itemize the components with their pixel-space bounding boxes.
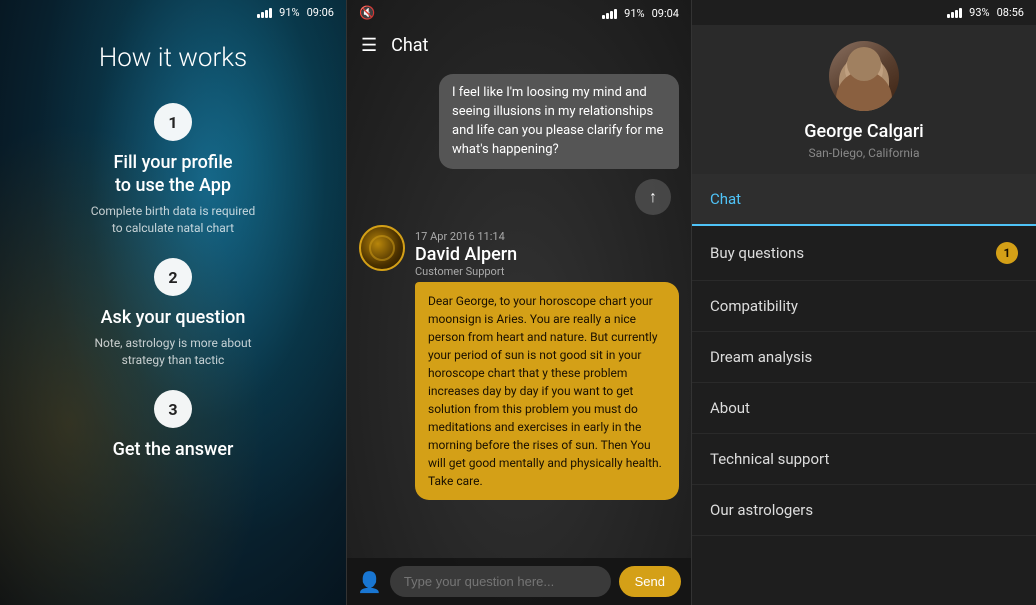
step-1-heading: Fill your profileto use the App (113, 151, 232, 198)
step-3-block: 3 Get the answer (113, 390, 234, 466)
user-message: I feel like I'm loosing my mind and seei… (439, 74, 679, 169)
step-3-heading: Get the answer (113, 438, 234, 461)
battery-percent: 91% (279, 6, 299, 19)
nav-support-label: Technical support (710, 450, 829, 468)
agent-content: 17 Apr 2016 11:14 David Alpern Customer … (415, 225, 679, 500)
nav-chat-label: Chat (710, 190, 741, 208)
nav-item-our-astrologers[interactable]: Our astrologers (692, 485, 1036, 536)
step-3-circle: 3 (154, 390, 192, 428)
step-2-block: 2 Ask your question Note, astrology is m… (94, 258, 251, 368)
chat-input-row: 👤 Send (347, 558, 691, 605)
panel1-status-bar: 91% 09:06 (0, 0, 346, 25)
nav-item-chat[interactable]: Chat (692, 174, 1036, 226)
panel2-title: Chat (391, 35, 428, 56)
chat-input[interactable] (390, 566, 611, 597)
profile-header: George Calgari San-Diego, California (692, 25, 1036, 174)
how-it-works-title: How it works (99, 43, 247, 73)
panel3-status-icons: 93% 08:56 (947, 6, 1024, 19)
signal-bar-1 (947, 14, 950, 18)
input-user-icon: 👤 (357, 570, 382, 594)
nav-dream-label: Dream analysis (710, 348, 812, 366)
agent-date: 17 Apr 2016 11:14 (415, 230, 505, 243)
signal-bar-2 (261, 12, 264, 18)
nav-about-label: About (710, 399, 750, 417)
chat-messages: I feel like I'm loosing my mind and seei… (347, 64, 691, 558)
panel-how-it-works: 91% 09:06 How it works 1 Fill your profi… (0, 0, 346, 605)
agent-message-wrapper: 17 Apr 2016 11:14 David Alpern Customer … (359, 225, 679, 500)
signal-bar-4 (959, 8, 962, 18)
step-2-circle: 2 (154, 258, 192, 296)
signal-bar-1 (602, 15, 605, 19)
signal-bar-2 (606, 13, 609, 19)
signal-bar-3 (265, 10, 268, 18)
panel3-time: 08:56 (997, 6, 1024, 19)
panel2-status-bar: 🔇 91% 09:04 (347, 0, 691, 27)
step-2-sub: Note, astrology is more aboutstrategy th… (94, 335, 251, 369)
signal-bar-3 (955, 10, 958, 18)
agent-message: Dear George, to your horoscope chart you… (415, 282, 679, 500)
agent-name: David Alpern (415, 244, 679, 265)
buy-questions-badge: 1 (996, 242, 1018, 264)
profile-location: San-Diego, California (809, 146, 920, 160)
step-2-heading: Ask your question (101, 306, 246, 329)
nav-item-compatibility[interactable]: Compatibility (692, 281, 1036, 332)
panel3-battery: 93% (969, 6, 989, 19)
panel3-status-bar: 93% 08:56 (692, 0, 1036, 25)
scroll-indicator: ↑ (359, 179, 671, 215)
status-time: 09:06 (307, 6, 334, 19)
signal-bar-4 (614, 9, 617, 19)
panel-profile-menu: 93% 08:56 George Calgari San-Diego, Cali… (692, 0, 1036, 605)
step-1-circle: 1 (154, 103, 192, 141)
signal-bar-3 (610, 11, 613, 19)
nav-compatibility-label: Compatibility (710, 297, 798, 315)
mute-icon: 🔇 (359, 6, 375, 21)
signal-bar-4 (269, 8, 272, 18)
agent-role: Customer Support (415, 265, 679, 278)
hamburger-icon[interactable]: ☰ (361, 35, 377, 56)
panel2-header: ☰ Chat (347, 27, 691, 64)
nav-item-dream-analysis[interactable]: Dream analysis (692, 332, 1036, 383)
panel-chat: 🔇 91% 09:04 ☰ Chat I feel like I'm loosi… (346, 0, 692, 605)
step-1-sub: Complete birth data is requiredto calcul… (91, 203, 256, 237)
avatar-head (847, 47, 881, 81)
nav-item-technical-support[interactable]: Technical support (692, 434, 1036, 485)
signal-bar-1 (257, 14, 260, 18)
panel2-battery: 91% (624, 7, 644, 20)
step-1-block: 1 Fill your profileto use the App Comple… (91, 103, 256, 236)
nav-astrologers-label: Our astrologers (710, 501, 813, 519)
agent-avatar (359, 225, 405, 271)
scroll-up-icon[interactable]: ↑ (635, 179, 671, 215)
send-button[interactable]: Send (619, 566, 681, 597)
navigation-menu: Chat Buy questions 1 Compatibility Dream… (692, 174, 1036, 605)
profile-avatar (829, 41, 899, 111)
user-message-wrapper: I feel like I'm loosing my mind and seei… (359, 74, 679, 169)
panel1-content: How it works 1 Fill your profileto use t… (0, 25, 346, 489)
status-icons: 91% 09:06 (257, 6, 334, 19)
nav-item-buy-questions[interactable]: Buy questions 1 (692, 226, 1036, 281)
panel2-time: 09:04 (652, 7, 679, 20)
signal-bar-2 (951, 12, 954, 18)
panel2-status-icons: 91% 09:04 (602, 7, 679, 20)
nav-item-about[interactable]: About (692, 383, 1036, 434)
profile-name: George Calgari (804, 121, 924, 142)
nav-buy-label: Buy questions (710, 244, 804, 262)
